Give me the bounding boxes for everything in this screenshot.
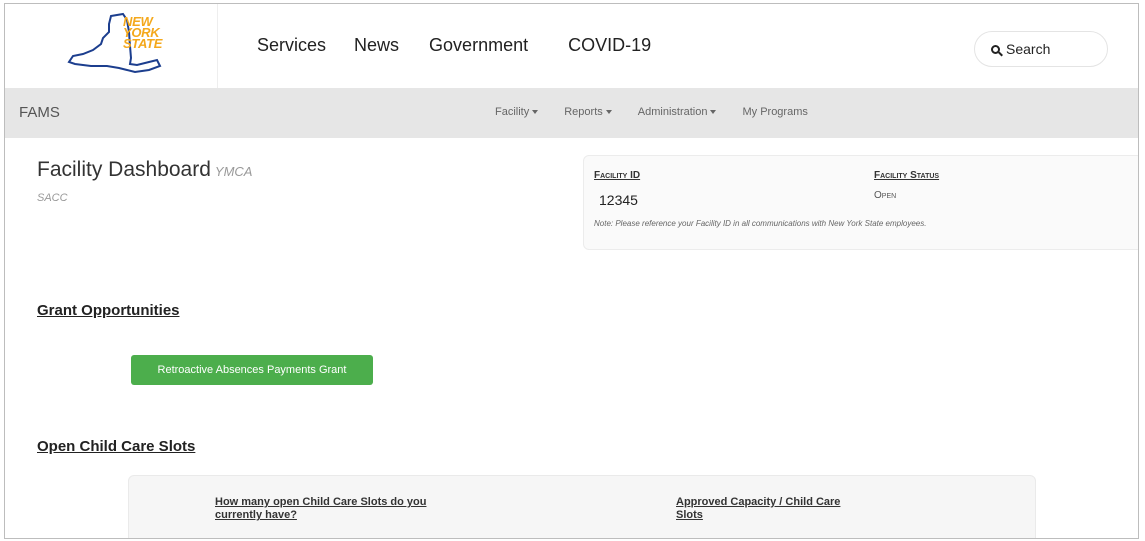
chevron-down-icon bbox=[532, 110, 539, 114]
nys-logo[interactable]: NEW YORK STATE bbox=[5, 4, 218, 88]
facility-id-label: Facility ID bbox=[594, 170, 641, 181]
menu-facility[interactable]: Facility bbox=[495, 106, 539, 118]
search-label: Search bbox=[1006, 41, 1051, 57]
menu-facility-label: Facility bbox=[495, 106, 530, 118]
menu-my-programs[interactable]: My Programs bbox=[742, 106, 807, 118]
page-title: Facility Dashboard YMCA bbox=[37, 158, 252, 182]
facility-type: SACC bbox=[37, 192, 68, 204]
page-frame: NEW YORK STATE Services News Government … bbox=[4, 3, 1139, 539]
search-icon bbox=[991, 44, 1000, 54]
menu-my-programs-label: My Programs bbox=[742, 106, 808, 118]
app-brand[interactable]: FAMS bbox=[19, 104, 60, 121]
facility-id-note: Note: Please reference your Facility ID … bbox=[594, 219, 927, 228]
nav-covid-link[interactable]: COVID-19 bbox=[568, 35, 651, 56]
menu-administration-label: Administration bbox=[637, 106, 708, 118]
logo-line-3: STATE bbox=[123, 36, 163, 51]
site-header: NEW YORK STATE Services News Government … bbox=[5, 4, 1138, 88]
nav-news-link[interactable]: News bbox=[354, 35, 399, 56]
menu-reports[interactable]: Reports bbox=[564, 106, 612, 118]
open-slots-heading: Open Child Care Slots bbox=[37, 438, 196, 455]
retroactive-grant-button[interactable]: Retroactive Absences Payments Grant bbox=[131, 355, 373, 385]
app-menu: Facility Reports Administration My Progr… bbox=[495, 106, 834, 118]
slots-panel: How many open Child Care Slots do you cu… bbox=[128, 475, 1036, 538]
facility-id-value: 12345 bbox=[599, 192, 638, 208]
main-nav: Services News Government COVID-19 bbox=[257, 35, 681, 56]
chevron-down-icon bbox=[605, 110, 612, 114]
nav-services-link[interactable]: Services bbox=[257, 35, 326, 56]
menu-administration[interactable]: Administration bbox=[638, 106, 717, 118]
facility-info-card: Facility ID 12345 Facility Status Open N… bbox=[583, 155, 1138, 250]
facility-status-label: Facility Status bbox=[874, 170, 940, 181]
menu-reports-label: Reports bbox=[564, 106, 603, 118]
approved-capacity-label: Approved Capacity / Child Care Slots bbox=[676, 496, 841, 521]
nav-government-link[interactable]: Government bbox=[429, 35, 528, 56]
logo-wordmark: NEW YORK STATE bbox=[123, 15, 163, 51]
facility-name: YMCA bbox=[214, 164, 253, 179]
search-button[interactable]: Search bbox=[974, 31, 1108, 67]
facility-status-value: Open bbox=[874, 190, 897, 201]
app-subnav: FAMS Facility Reports Administration My … bbox=[5, 88, 1138, 138]
open-slots-question: How many open Child Care Slots do you cu… bbox=[215, 496, 427, 521]
chevron-down-icon bbox=[710, 110, 717, 114]
page-title-text: Facility Dashboard bbox=[37, 158, 211, 181]
grant-opportunities-heading: Grant Opportunities bbox=[37, 302, 180, 319]
